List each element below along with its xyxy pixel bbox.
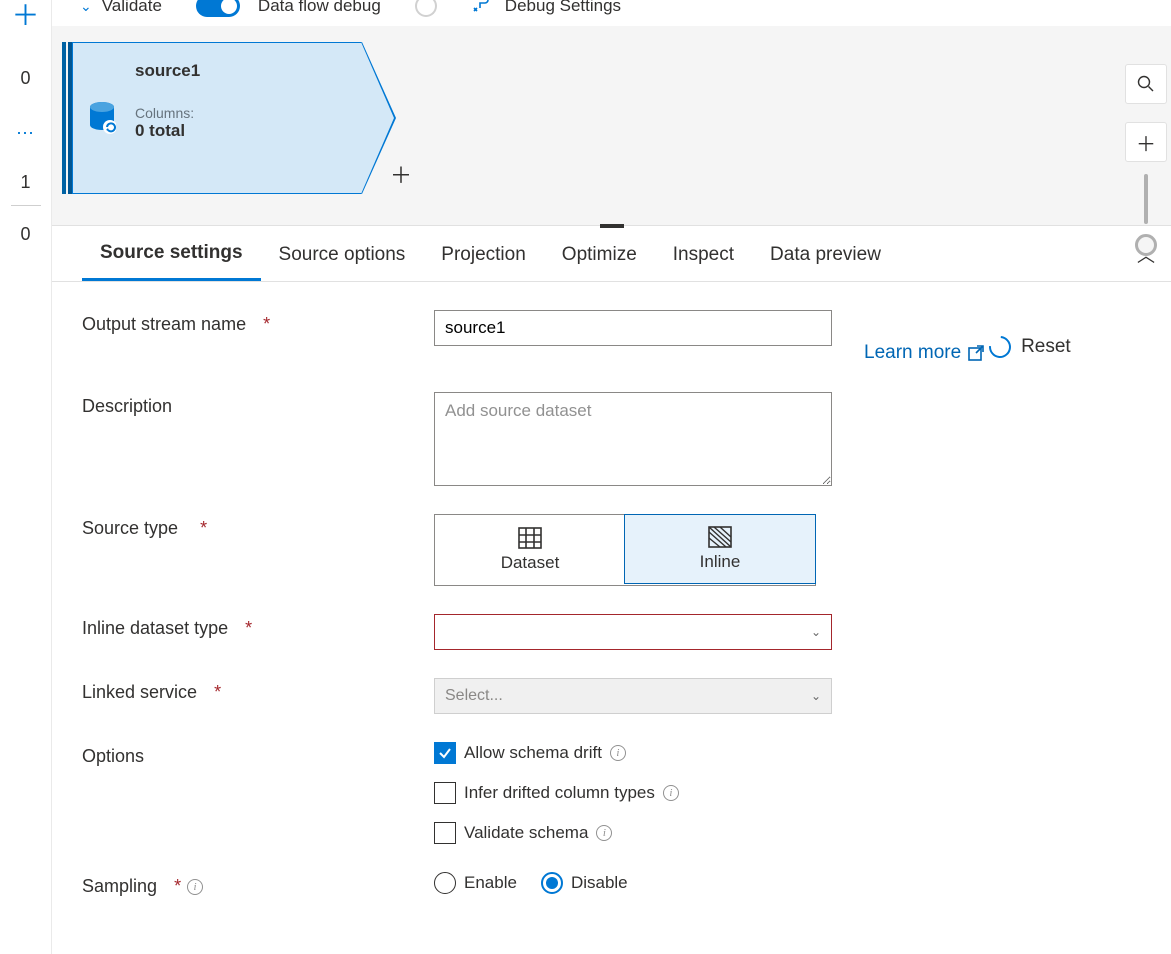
debug-settings-icon[interactable] xyxy=(471,0,491,19)
dataflow-debug-label: Data flow debug xyxy=(258,0,381,16)
chevron-down-icon[interactable]: ⌄ xyxy=(80,0,92,15)
database-icon xyxy=(88,101,116,135)
dataset-icon xyxy=(518,527,542,549)
validate-button[interactable]: Validate xyxy=(102,0,162,16)
dataflow-debug-toggle[interactable] xyxy=(196,0,240,17)
left-rail: ＋ 0 ⋯ 1 0 xyxy=(0,0,52,954)
inline-dataset-type-dropdown[interactable]: ⌄ xyxy=(434,614,832,650)
checkbox-label: Infer drifted column types xyxy=(464,783,655,803)
source-type-segmented: Dataset Inline xyxy=(434,514,816,586)
rail-separator xyxy=(11,205,41,206)
dataflow-canvas[interactable]: source1 Columns: 0 total ＋ ＋ xyxy=(52,26,1171,226)
validate-schema-checkbox[interactable] xyxy=(434,822,456,844)
inline-dataset-type-label: Inline dataset type * xyxy=(82,614,402,639)
source-settings-form: Output stream name * Learn more Reset De… xyxy=(52,282,1171,925)
zoom-slider-track[interactable] xyxy=(1144,174,1148,224)
reset-icon xyxy=(985,332,1016,363)
tab-source-options[interactable]: Source options xyxy=(261,228,424,280)
info-icon[interactable]: i xyxy=(663,785,679,801)
chevron-down-icon: ⌄ xyxy=(811,689,821,703)
reset-button[interactable]: Reset xyxy=(989,336,1071,358)
checkbox-label: Validate schema xyxy=(464,823,588,843)
dropdown-placeholder: Select... xyxy=(445,687,503,705)
zoom-in-button[interactable]: ＋ xyxy=(1125,122,1167,162)
debug-settings-button[interactable]: Debug Settings xyxy=(505,0,621,16)
linked-service-label: Linked service * xyxy=(82,678,402,703)
info-icon[interactable]: i xyxy=(187,879,203,895)
sampling-label: Sampling * i xyxy=(82,872,402,897)
source-type-dataset[interactable]: Dataset xyxy=(435,515,625,585)
loading-spinner-icon xyxy=(415,0,437,17)
options-label: Options xyxy=(82,742,402,767)
sampling-disable-radio[interactable]: Disable xyxy=(541,872,628,894)
info-icon[interactable]: i xyxy=(596,825,612,841)
info-icon[interactable]: i xyxy=(610,745,626,761)
node-columns-value: 0 total xyxy=(135,121,353,141)
toolbar: ⌄ Validate Data flow debug Debug Setting… xyxy=(52,0,1171,16)
output-stream-name-label: Output stream name * xyxy=(82,310,402,335)
search-button[interactable] xyxy=(1125,64,1167,104)
source-type-label: Source type * xyxy=(82,514,402,539)
external-link-icon xyxy=(967,344,985,362)
search-icon xyxy=(1137,75,1155,93)
rail-item-2[interactable]: 0 xyxy=(20,224,30,245)
tab-data-preview[interactable]: Data preview xyxy=(752,228,899,280)
source-type-inline[interactable]: Inline xyxy=(624,514,816,584)
source-node[interactable]: source1 Columns: 0 total xyxy=(72,42,362,194)
check-icon xyxy=(438,746,452,760)
tabs-bar: Source settings Source options Projectio… xyxy=(52,226,1171,282)
inline-icon xyxy=(708,526,732,548)
add-node-button[interactable]: ＋ xyxy=(390,158,412,190)
tab-projection[interactable]: Projection xyxy=(423,228,544,280)
checkbox-label: Allow schema drift xyxy=(464,743,602,763)
panel-resize-grip[interactable] xyxy=(600,224,624,228)
rail-item-more[interactable]: ⋯ xyxy=(16,123,35,144)
tab-inspect[interactable]: Inspect xyxy=(655,228,752,280)
rail-item-1[interactable]: 1 xyxy=(20,172,30,193)
rail-item-0[interactable]: 0 xyxy=(20,68,30,89)
description-label: Description xyxy=(82,392,402,417)
output-stream-name-input[interactable] xyxy=(434,310,832,346)
learn-more-link[interactable]: Learn more xyxy=(864,342,985,364)
sampling-enable-radio[interactable]: Enable xyxy=(434,872,517,894)
chevron-down-icon: ⌄ xyxy=(811,625,821,639)
node-title: source1 xyxy=(135,61,353,81)
add-icon[interactable]: ＋ xyxy=(11,0,39,34)
tab-optimize[interactable]: Optimize xyxy=(544,228,655,280)
node-accent-bar xyxy=(62,42,66,194)
node-columns-label: Columns: xyxy=(135,105,353,121)
linked-service-dropdown[interactable]: Select... ⌄ xyxy=(434,678,832,714)
collapse-panel-button[interactable]: ︿ xyxy=(1137,242,1155,268)
description-textarea[interactable] xyxy=(434,392,832,486)
allow-schema-drift-checkbox[interactable] xyxy=(434,742,456,764)
infer-drifted-checkbox[interactable] xyxy=(434,782,456,804)
tab-source-settings[interactable]: Source settings xyxy=(82,226,261,281)
